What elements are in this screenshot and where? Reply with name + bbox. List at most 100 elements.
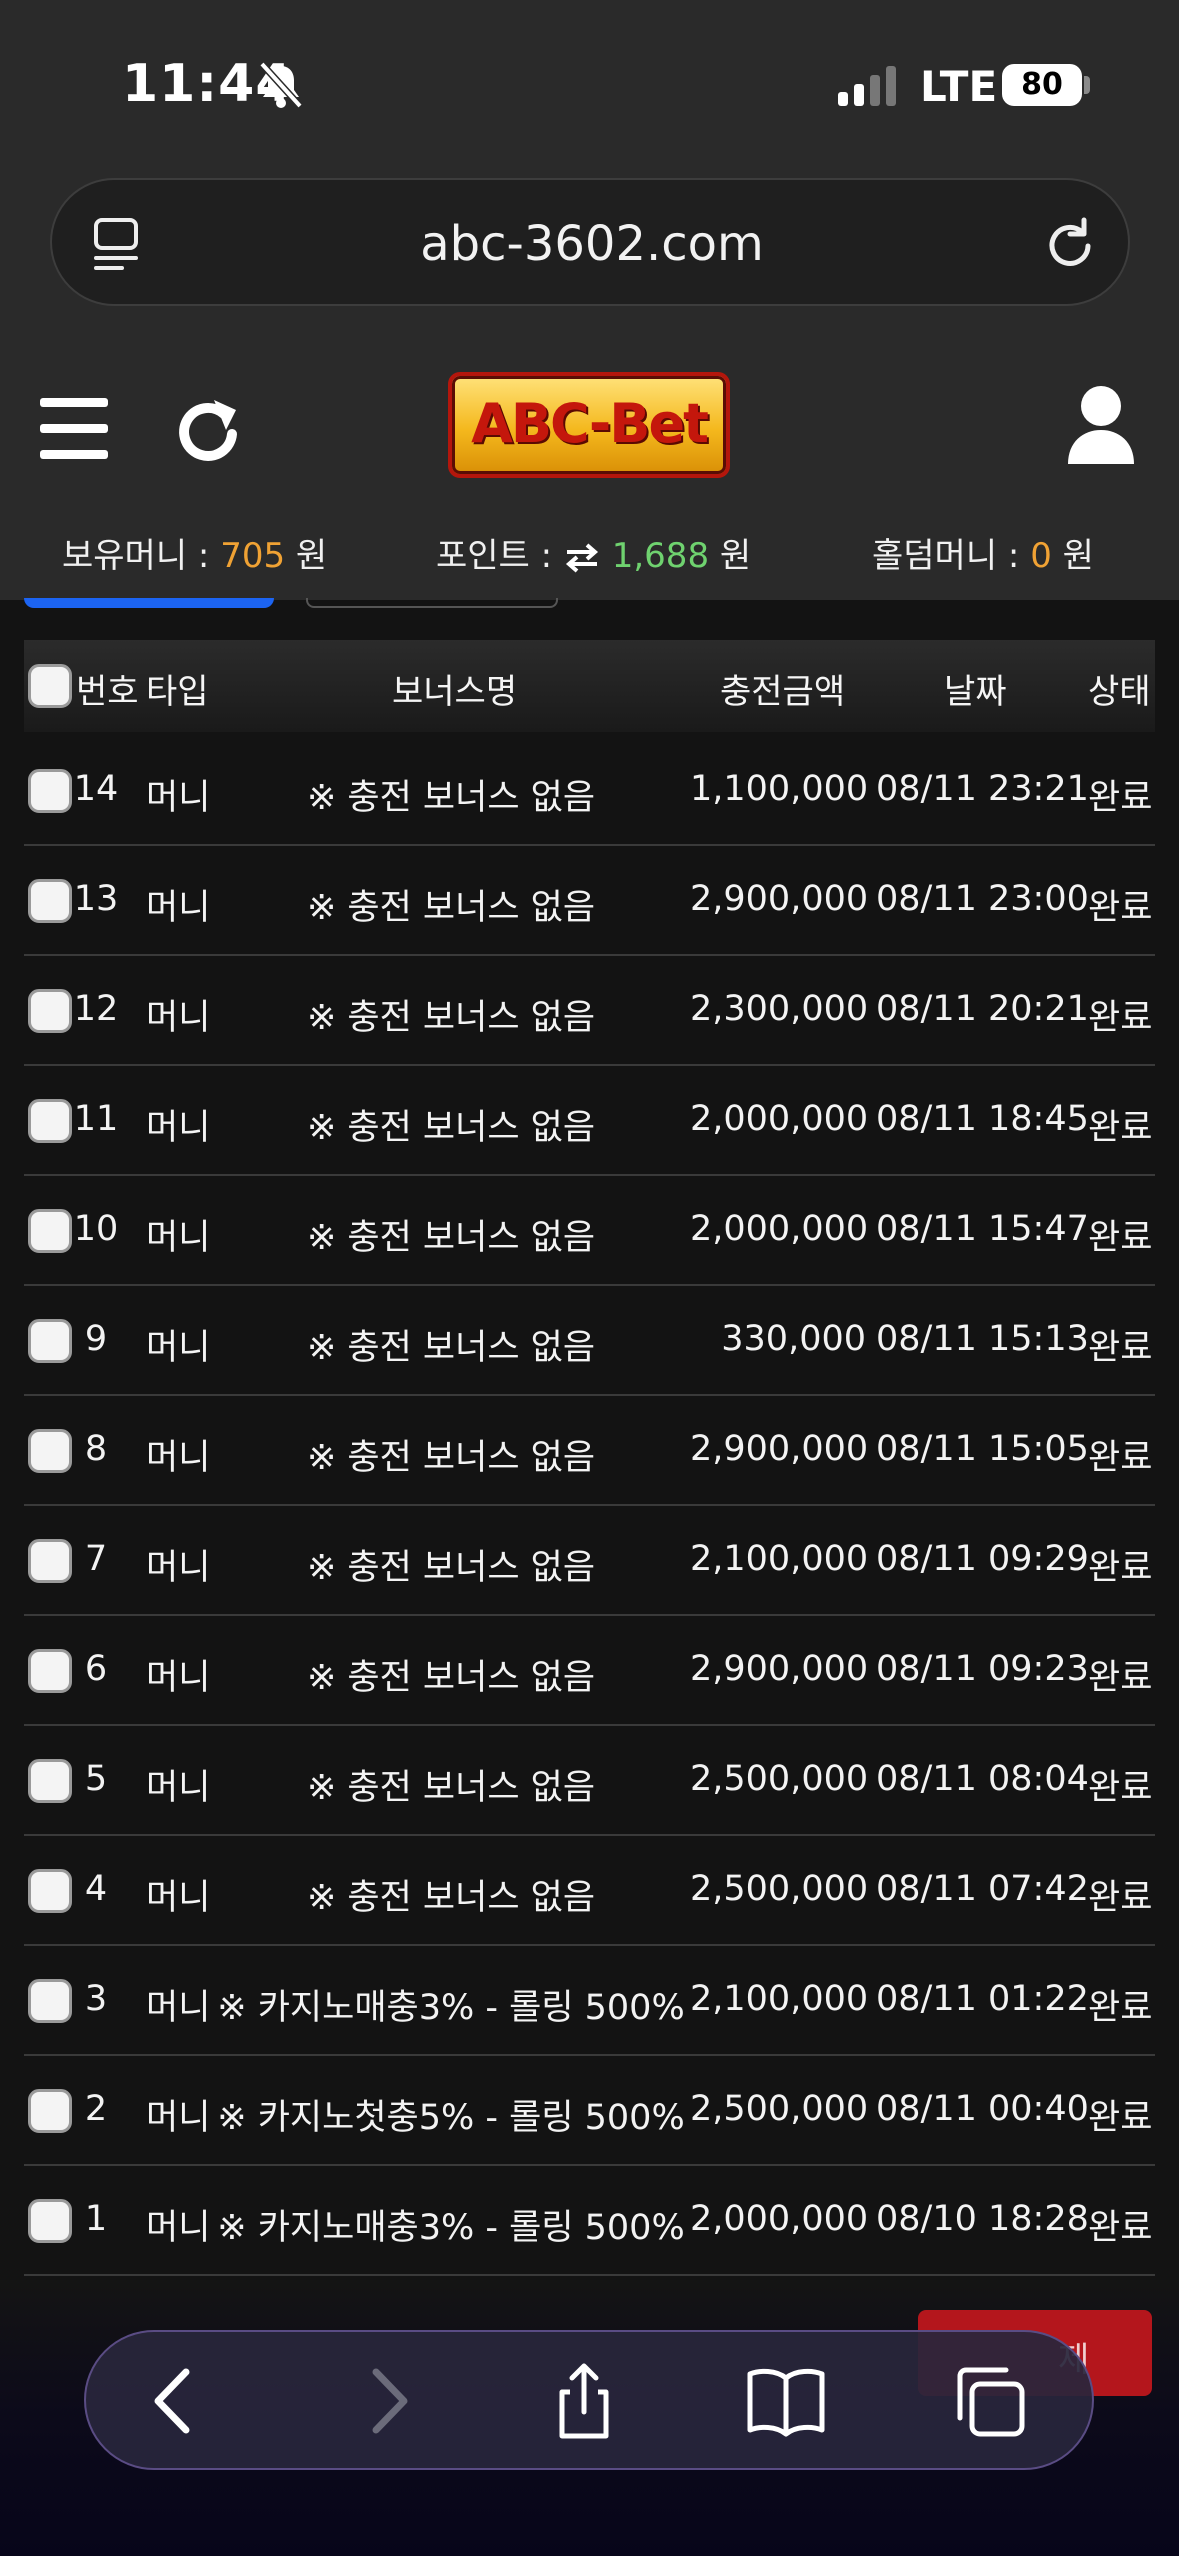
row-no: 6: [84, 1649, 108, 1689]
row-amount: 2,500,000: [690, 1759, 869, 1799]
row-bonus: ※ 카지노매충3% - 롤링 500%: [217, 1988, 685, 2028]
row-date: 08/11 15:05: [876, 1429, 1089, 1469]
row-date: 08/10 18:28: [876, 2199, 1089, 2239]
row-checkbox[interactable]: [28, 879, 72, 923]
row-divider: [24, 1834, 1155, 1836]
row-type: 머니: [146, 888, 211, 928]
row-no: 9: [84, 1319, 108, 1359]
share-icon[interactable]: [544, 2362, 624, 2440]
row-status: 완료: [1088, 1108, 1153, 1148]
row-bonus: ※ 카지노첫충5% - 롤링 500%: [217, 2098, 685, 2138]
row-bonus: ※ 충전 보너스 없음: [306, 998, 596, 1038]
row-checkbox[interactable]: [28, 769, 72, 813]
hamburger-menu-icon[interactable]: [38, 396, 110, 462]
row-divider: [24, 1504, 1155, 1506]
row-status: 완료: [1088, 1658, 1153, 1698]
row-checkbox[interactable]: [28, 2089, 72, 2133]
row-divider: [24, 1174, 1155, 1176]
row-checkbox[interactable]: [28, 1649, 72, 1693]
point-label: 포인트 :: [436, 536, 553, 576]
row-checkbox[interactable]: [28, 1539, 72, 1583]
row-no: 4: [84, 1869, 108, 1909]
back-icon[interactable]: [136, 2362, 216, 2440]
url-text: abc-3602.com: [420, 216, 764, 272]
row-checkbox[interactable]: [28, 1209, 72, 1253]
row-no: 1: [84, 2199, 108, 2239]
row-amount: 2,300,000: [690, 989, 869, 1029]
row-amount: 2,000,000: [690, 1099, 869, 1139]
row-no: 12: [73, 989, 119, 1029]
signal-icon: [838, 66, 896, 106]
row-bonus: ※ 충전 보너스 없음: [306, 1108, 596, 1148]
row-no: 2: [84, 2089, 108, 2129]
row-date: 08/11 09:29: [876, 1539, 1089, 1579]
row-type: 머니: [146, 1108, 211, 1148]
site-logo[interactable]: ABC-Bet: [448, 372, 730, 478]
row-status: 완료: [1088, 998, 1153, 1038]
point-value: 1,688: [611, 536, 710, 576]
row-bonus: ※ 충전 보너스 없음: [306, 778, 596, 818]
select-all-checkbox[interactable]: [28, 664, 72, 708]
holdem-unit: 원: [1062, 536, 1094, 576]
network-type: LTE: [920, 62, 998, 111]
row-checkbox[interactable]: [28, 1979, 72, 2023]
row-type: 머니: [146, 1878, 211, 1918]
address-bar[interactable]: abc-3602.com: [50, 178, 1130, 306]
row-type: 머니: [146, 1658, 211, 1698]
row-divider: [24, 1394, 1155, 1396]
forward-icon[interactable]: [346, 2362, 426, 2440]
row-no: 7: [84, 1539, 108, 1579]
row-status: 완료: [1088, 1548, 1153, 1588]
refresh-icon[interactable]: [178, 392, 242, 466]
row-checkbox[interactable]: [28, 1869, 72, 1913]
row-checkbox[interactable]: [28, 2199, 72, 2243]
money-label: 보유머니 :: [62, 536, 210, 576]
row-bonus: ※ 충전 보너스 없음: [306, 1328, 596, 1368]
row-amount: 1,100,000: [690, 769, 869, 809]
header-status: 상태: [1088, 672, 1151, 712]
holdem-balance: 홀덤머니 : 0 원: [872, 528, 1094, 577]
row-checkbox[interactable]: [28, 1429, 72, 1473]
row-divider: [24, 1064, 1155, 1066]
row-amount: 2,100,000: [690, 1539, 869, 1579]
exchange-icon[interactable]: [563, 542, 601, 573]
tabs-icon[interactable]: [950, 2362, 1030, 2440]
reload-icon[interactable]: [1042, 216, 1098, 272]
row-divider: [24, 844, 1155, 846]
user-icon[interactable]: [1066, 384, 1136, 468]
row-checkbox[interactable]: [28, 1319, 72, 1363]
row-no: 5: [84, 1759, 108, 1799]
row-date: 08/11 20:21: [876, 989, 1089, 1029]
row-date: 08/11 18:45: [876, 1099, 1089, 1139]
tab-inactive[interactable]: [306, 598, 558, 608]
row-date: 08/11 00:40: [876, 2089, 1089, 2129]
row-date: 08/11 01:22: [876, 1979, 1089, 2019]
row-checkbox[interactable]: [28, 1759, 72, 1803]
row-date: 08/11 15:13: [876, 1319, 1089, 1359]
row-status: 완료: [1088, 2098, 1153, 2138]
holdem-label: 홀덤머니 :: [872, 536, 1020, 576]
row-divider: [24, 1284, 1155, 1286]
row-checkbox[interactable]: [28, 1099, 72, 1143]
row-divider: [24, 1724, 1155, 1726]
row-no: 13: [73, 879, 119, 919]
holdem-value: 0: [1030, 536, 1052, 576]
row-bonus: ※ 충전 보너스 없음: [306, 1218, 596, 1258]
row-status: 완료: [1088, 1988, 1153, 2028]
row-status: 완료: [1088, 2208, 1153, 2248]
row-date: 08/11 07:42: [876, 1869, 1089, 1909]
row-no: 10: [73, 1209, 119, 1249]
row-no: 14: [73, 769, 119, 809]
row-no: 11: [73, 1099, 119, 1139]
row-date: 08/11 08:04: [876, 1759, 1089, 1799]
row-amount: 2,900,000: [690, 879, 869, 919]
row-status: 완료: [1088, 1878, 1153, 1918]
battery-nub: [1084, 76, 1090, 94]
row-type: 머니: [146, 1768, 211, 1808]
row-divider: [24, 2274, 1155, 2276]
row-bonus: ※ 충전 보너스 없음: [306, 888, 596, 928]
row-bonus: ※ 카지노매충3% - 롤링 500%: [217, 2208, 685, 2248]
row-checkbox[interactable]: [28, 989, 72, 1033]
tab-active[interactable]: [24, 598, 274, 608]
bookmarks-icon[interactable]: [746, 2362, 826, 2440]
